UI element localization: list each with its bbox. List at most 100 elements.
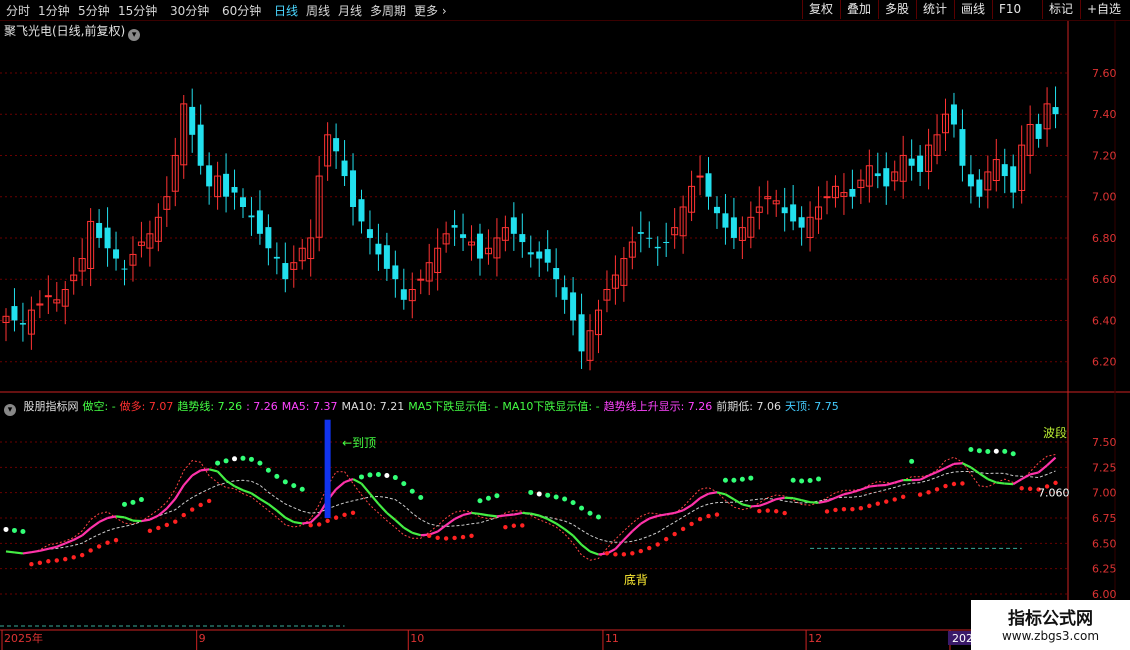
toolbar-button-2[interactable]: 多股	[878, 0, 915, 19]
x-label-3: 11	[605, 632, 619, 645]
period-tab-4[interactable]: 30分钟	[170, 2, 209, 19]
candle-body-54	[460, 234, 467, 238]
x-label-1: 9	[199, 632, 206, 645]
period-tab-6[interactable]: 日线	[274, 2, 298, 19]
period-tab-0[interactable]: 分时	[6, 2, 30, 19]
period-tab-8[interactable]: 月线	[338, 2, 362, 19]
trend-segment-32	[267, 503, 278, 512]
trend-segment-114	[961, 462, 972, 469]
chevron-down-icon[interactable]: ▾	[128, 29, 141, 41]
long-dot-6	[54, 558, 59, 563]
long-dot-52	[443, 536, 449, 541]
long-dot-74	[630, 551, 635, 556]
long-dot-76	[647, 545, 652, 551]
long-dot-79	[672, 531, 677, 537]
toolbar-button-6[interactable]: 标记	[1042, 0, 1079, 19]
trend-segment-116	[978, 472, 989, 481]
trend-segment-34	[284, 516, 295, 524]
candle-body-47	[400, 289, 407, 300]
trend-segment-45	[377, 503, 388, 514]
trend-segment-42	[352, 478, 363, 485]
long-dot-40	[342, 512, 347, 517]
short-dot-115	[976, 448, 982, 454]
short-dot-86	[731, 477, 737, 483]
short-dot-47	[401, 481, 407, 487]
period-tab-9[interactable]: 多周期	[370, 2, 406, 19]
trend-segment-12	[98, 517, 109, 524]
short-dot-46	[392, 475, 398, 481]
trend-segment-36	[302, 521, 311, 525]
trend-segment-119	[1004, 482, 1014, 486]
candle-body-118	[1001, 164, 1008, 177]
trend-segment-29	[242, 489, 252, 495]
main-y-tick-4: 7.00	[1092, 191, 1117, 204]
short-dot-114	[968, 446, 974, 452]
sub-y-tick-3: 6.75	[1092, 512, 1117, 525]
trend-segment-104	[877, 483, 887, 487]
trend-segment-120	[1012, 478, 1023, 486]
long-dot-77	[655, 542, 660, 547]
long-dot-24	[206, 498, 212, 504]
short-dot-28	[240, 455, 246, 461]
candle-body-124	[1052, 107, 1059, 115]
trend-segment-40	[335, 481, 346, 491]
trend-segment-2	[14, 551, 24, 555]
toolbar-button-1[interactable]: 叠加	[840, 0, 877, 19]
chart-area: 6.206.406.606.807.007.207.407.606.006.25…	[0, 21, 1130, 650]
candle-body-56	[476, 233, 483, 259]
period-tab-3[interactable]: 15分钟	[118, 2, 157, 19]
long-dot-9	[79, 552, 85, 558]
trend-segment-81	[682, 504, 693, 512]
toolbar-button-5[interactable]: F10	[992, 0, 1027, 19]
candle-body-53	[451, 225, 458, 228]
trend-segment-82	[690, 497, 701, 507]
toolbar-button-0[interactable]: 复权	[802, 0, 839, 19]
trend-segment-11	[89, 521, 100, 530]
legend-item-9: 前期低: 7.06	[716, 400, 781, 413]
trend-segment-35	[293, 520, 303, 525]
trend-segment-57	[479, 512, 489, 517]
short-dot-16	[138, 497, 144, 503]
period-tab-2[interactable]: 5分钟	[78, 2, 110, 19]
candle-body-84	[713, 206, 720, 214]
candle-body-60	[510, 217, 517, 234]
period-tab-10[interactable]: 更多 ›	[414, 2, 447, 19]
trend-segment-97	[818, 500, 828, 504]
candle-body-119	[1010, 166, 1017, 193]
trend-segment-21	[174, 484, 185, 500]
chevron-down-icon[interactable]: ▾	[4, 404, 16, 416]
short-dot-31	[265, 467, 271, 473]
short-dot-2	[20, 528, 26, 534]
bottom-annotation: 底背	[624, 572, 648, 587]
short-dot-66	[562, 496, 568, 502]
trend-segment-60	[505, 513, 514, 517]
x-label-0: 2025年	[4, 631, 43, 645]
trend-segment-115	[970, 466, 981, 475]
long-dot-83	[706, 513, 711, 519]
trend-segment-111	[936, 466, 946, 473]
main-y-tick-1: 6.40	[1092, 314, 1117, 327]
period-tab-5[interactable]: 60分钟	[222, 2, 261, 19]
short-dot-35	[299, 486, 305, 492]
trend-segment-102	[860, 485, 870, 491]
short-dot-87	[739, 476, 745, 482]
candle-body-85	[722, 213, 729, 228]
trend-segment-17	[141, 518, 151, 523]
toolbar-button-4[interactable]: 画线	[954, 0, 991, 19]
candle-body-100	[849, 188, 856, 197]
long-dot-109	[926, 490, 931, 495]
short-dot-14	[121, 501, 127, 507]
toolbar-button-3[interactable]: 统计	[916, 0, 953, 19]
toolbar-button-7[interactable]: +自选	[1080, 0, 1127, 19]
short-dot-107	[909, 458, 915, 464]
trend-segment-5	[39, 547, 49, 552]
period-tab-7[interactable]: 周线	[306, 2, 330, 19]
candle-body-63	[536, 251, 543, 259]
main-y-tick-3: 6.80	[1092, 232, 1117, 245]
period-tab-1[interactable]: 1分钟	[38, 2, 70, 19]
short-dot-93	[790, 477, 796, 483]
long-dot-105	[892, 497, 897, 502]
long-dot-20	[173, 519, 178, 524]
trend-segment-124	[1046, 456, 1057, 467]
trend-segment-74	[623, 530, 634, 541]
